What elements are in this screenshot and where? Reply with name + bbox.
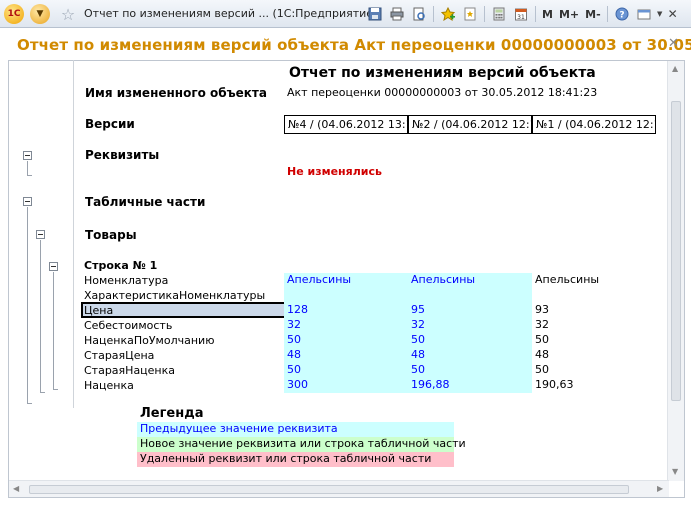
cell-version-4[interactable]: 48 — [284, 348, 408, 363]
dropdown-arrow-icon[interactable]: ▼ — [655, 4, 665, 24]
title-toolbar: 31 M M+ M- ? ▼ ✕ — [364, 4, 681, 24]
cell-version-2[interactable] — [408, 288, 532, 303]
cell-version-1[interactable] — [532, 288, 656, 303]
version-header-4[interactable]: №4 / (04.06.2012 13:14: — [284, 115, 408, 134]
cell-version-2[interactable]: 32 — [408, 318, 532, 333]
cell-version-1[interactable]: 93 — [532, 303, 656, 318]
legend-title: Легенда — [140, 406, 204, 421]
vertical-scroll-thumb[interactable] — [671, 101, 681, 401]
row-field-name: НаценкаПоУмолчанию — [84, 334, 215, 347]
cell-version-4[interactable] — [284, 288, 408, 303]
calculator-icon[interactable] — [488, 4, 510, 24]
tree-line — [40, 392, 45, 393]
toolbar-separator — [484, 6, 485, 22]
print-preview-icon[interactable] — [408, 4, 430, 24]
save-icon[interactable] — [364, 4, 386, 24]
cell-version-1[interactable]: Апельсины — [532, 273, 656, 288]
goods-section-label: Товары — [85, 228, 137, 242]
cell-version-4[interactable]: 32 — [284, 318, 408, 333]
tree-line — [27, 207, 28, 403]
close-report-icon[interactable]: ✕ — [668, 36, 679, 51]
calendar-icon[interactable]: 31 — [510, 4, 532, 24]
row-field-name: ХарактеристикаНоменклатуры — [84, 289, 266, 302]
collapse-goods-icon[interactable] — [36, 230, 45, 239]
scroll-down-icon[interactable]: ▼ — [672, 467, 678, 476]
toolbar-separator — [433, 6, 434, 22]
history-icon[interactable] — [459, 4, 481, 24]
app-logo-icon[interactable]: 1С — [4, 4, 24, 24]
tabular-section-label: Табличные части — [85, 195, 206, 209]
cell-version-2[interactable]: 48 — [408, 348, 532, 363]
tree-line — [53, 389, 58, 390]
scroll-right-icon[interactable]: ▶ — [657, 484, 663, 493]
cell-version-2[interactable]: 50 — [408, 333, 532, 348]
scroll-up-icon[interactable]: ▲ — [672, 64, 678, 73]
tree-line — [53, 272, 54, 389]
main-menu-icon[interactable]: ▼ — [30, 4, 50, 24]
tree-line — [27, 175, 32, 176]
cell-version-4[interactable]: 50 — [284, 333, 408, 348]
horizontal-scrollbar[interactable]: ◀ ▶ — [9, 480, 669, 497]
memory-m-button[interactable]: M — [539, 4, 556, 24]
legend-previous-value: Предыдущее значение реквизита — [137, 422, 454, 437]
cell-version-2[interactable]: Апельсины — [408, 273, 532, 288]
cell-version-2[interactable]: 95 — [408, 303, 532, 318]
collapse-attributes-icon[interactable] — [23, 151, 32, 160]
tree-line — [27, 161, 28, 175]
cell-version-1[interactable]: 32 — [532, 318, 656, 333]
collapse-tabular-icon[interactable] — [23, 197, 32, 206]
svg-text:?: ? — [619, 11, 624, 21]
cell-version-2[interactable]: 50 — [408, 363, 532, 378]
scroll-left-icon[interactable]: ◀ — [13, 484, 19, 493]
cell-version-4[interactable]: 50 — [284, 363, 408, 378]
legend-deleted: Удаленный реквизит или строка табличной … — [137, 452, 454, 467]
horizontal-scroll-thumb[interactable] — [29, 485, 629, 494]
toolbar-separator — [535, 6, 536, 22]
title-bar: 1С ▼ ☆ Отчет по изменениям версий ... (1… — [0, 0, 691, 28]
memory-plus-button[interactable]: M+ — [556, 4, 582, 24]
row-field-name: СтараяЦена — [84, 349, 155, 362]
tree-gutter-border — [73, 60, 74, 408]
tree-line — [40, 240, 41, 392]
row-field-name: Наценка — [84, 379, 134, 392]
cell-version-1[interactable]: 48 — [532, 348, 656, 363]
memory-minus-button[interactable]: M- — [582, 4, 604, 24]
cell-version-2[interactable]: 196,88 — [408, 378, 532, 393]
row-field-name: Себестоимость — [84, 319, 173, 332]
object-name-label: Имя измененного объекта — [85, 86, 267, 100]
close-icon[interactable]: ✕ — [665, 4, 681, 24]
cell-version-1[interactable]: 190,63 — [532, 378, 656, 393]
legend-new-value: Новое значение реквизита или строка табл… — [137, 437, 466, 452]
report-title: Отчет по изменениям версий объекта — [289, 65, 596, 81]
cell-version-4[interactable]: 128 — [284, 303, 408, 318]
help-icon[interactable]: ? — [611, 4, 633, 24]
attributes-status: Не изменялись — [287, 165, 382, 178]
favorite-star-icon[interactable]: ☆ — [58, 4, 78, 24]
versions-label: Версии — [85, 117, 135, 131]
object-name-value: Акт переоценки 00000000003 от 30.05.2012… — [287, 86, 598, 99]
version-header-1[interactable]: №1 / (04.06.2012 12:10: — [532, 115, 656, 134]
window-title: Отчет по изменениям версий ... (1С:Предп… — [84, 7, 378, 20]
svg-text:31: 31 — [517, 14, 525, 21]
cell-version-1[interactable]: 50 — [532, 333, 656, 348]
cell-version-1[interactable]: 50 — [532, 363, 656, 378]
print-icon[interactable] — [386, 4, 408, 24]
window-menu-icon[interactable] — [633, 4, 655, 24]
cell-version-4[interactable]: Апельсины — [284, 273, 408, 288]
vertical-scrollbar[interactable]: ▲ ▼ — [667, 61, 684, 481]
collapse-row-icon[interactable] — [49, 262, 58, 271]
version-header-2[interactable]: №2 / (04.06.2012 12:11:1 — [408, 115, 532, 134]
row-field-name: Номенклатура — [84, 274, 169, 287]
row-field-name: СтараяНаценка — [84, 364, 176, 377]
report-heading: Отчет по изменениям версий объекта Акт п… — [17, 36, 691, 54]
toolbar-separator — [606, 6, 608, 22]
tree-line — [27, 403, 32, 404]
row-field-name: Цена — [84, 304, 114, 317]
cell-version-4[interactable]: 300 — [284, 378, 408, 393]
add-favorite-icon[interactable] — [437, 4, 459, 24]
row-number-label: Строка № 1 — [84, 259, 158, 272]
attributes-section-label: Реквизиты — [85, 148, 160, 162]
